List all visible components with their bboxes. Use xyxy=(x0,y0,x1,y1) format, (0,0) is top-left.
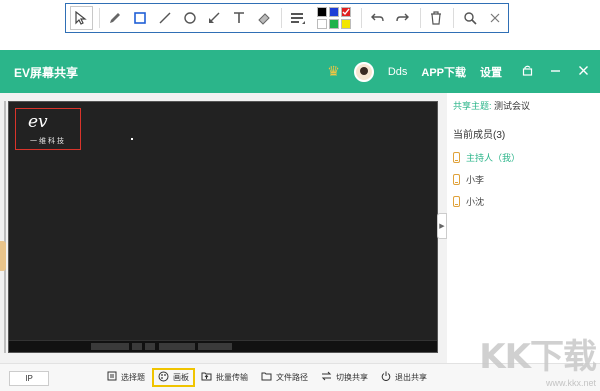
ip-field[interactable]: IP xyxy=(9,371,49,386)
toolbar-divider xyxy=(281,8,283,28)
close-icon[interactable] xyxy=(483,6,506,30)
palette-label: 画板 xyxy=(173,373,189,382)
collapse-panel-button[interactable]: ▶ xyxy=(437,213,447,239)
remote-taskbar xyxy=(9,340,437,352)
crown-icon[interactable]: ♛ xyxy=(327,63,340,80)
shared-screen-area: ev 一维科技 xyxy=(0,93,443,363)
zoom-icon[interactable] xyxy=(458,6,481,30)
avatar[interactable] xyxy=(353,61,374,82)
color-swatch-yellow[interactable] xyxy=(341,19,352,29)
switch-icon xyxy=(321,371,332,384)
exit-share-label: 退出共享 xyxy=(395,373,427,382)
logo-mark: ev xyxy=(28,112,48,132)
drawing-toolbar xyxy=(65,3,509,33)
color-swatch-red[interactable] xyxy=(341,7,352,17)
minimize-icon[interactable] xyxy=(544,64,566,79)
palette-icon xyxy=(158,371,169,385)
check-icon xyxy=(342,8,350,16)
line-width-icon[interactable] xyxy=(286,6,309,30)
toolbar-divider xyxy=(419,8,421,28)
eraser-icon[interactable] xyxy=(253,6,276,30)
exit-share-button[interactable]: 退出共享 xyxy=(381,369,427,386)
taskbar-item xyxy=(145,343,155,350)
taskbar-item xyxy=(132,343,142,350)
circle-icon[interactable] xyxy=(178,6,201,30)
members-header: 当前成员(3) xyxy=(453,130,506,141)
quiz-icon xyxy=(107,371,117,384)
undo-icon[interactable] xyxy=(366,6,389,30)
switch-share-button[interactable]: 切换共享 xyxy=(321,369,368,386)
title-bar: EV屏幕共享 ♛ Dds APP下载 设置 xyxy=(0,50,600,93)
left-edge-bar xyxy=(4,101,6,353)
member-item[interactable]: 主持人（我） xyxy=(453,151,520,164)
member-panel: 共享主题: 测试会议 当前成员(3) 主持人（我） 小李 小沈 xyxy=(447,93,600,363)
quiz-label: 选择题 xyxy=(121,373,145,382)
switch-share-label: 切换共享 xyxy=(336,373,368,382)
quiz-button[interactable]: 选择题 xyxy=(107,369,145,386)
logo-text: 一维科技 xyxy=(30,138,66,145)
member-name: 小沈 xyxy=(466,197,485,207)
topic-value: 测试会议 xyxy=(494,101,531,111)
app-download-link[interactable]: APP下载 xyxy=(421,64,466,80)
lock-icon[interactable] xyxy=(516,64,538,79)
batch-transfer-button[interactable]: 批量传输 xyxy=(201,369,248,386)
taskbar-item xyxy=(198,343,232,350)
toolbar-divider xyxy=(453,8,455,28)
batch-transfer-label: 批量传输 xyxy=(216,373,248,382)
taskbar-item xyxy=(159,343,195,350)
title-bar-actions: ♛ Dds APP下载 设置 xyxy=(327,50,600,93)
cursor-dot xyxy=(131,138,133,140)
user-name[interactable]: Dds xyxy=(388,66,408,78)
folder-icon xyxy=(261,371,272,384)
folder-upload-icon xyxy=(201,371,212,384)
pointer-icon[interactable] xyxy=(70,6,93,30)
share-topic: 共享主题: 测试会议 xyxy=(453,99,530,112)
file-path-label: 文件路径 xyxy=(276,373,308,382)
line-icon[interactable] xyxy=(153,6,176,30)
logo-box: ev 一维科技 xyxy=(15,108,81,150)
color-swatch-green[interactable] xyxy=(329,19,340,29)
taskbar-item xyxy=(91,343,129,350)
toolbar-divider xyxy=(98,8,100,28)
pen-icon[interactable] xyxy=(104,6,127,30)
member-item[interactable]: 小沈 xyxy=(453,195,484,208)
toolbar-divider xyxy=(361,8,363,28)
color-swatch-blue[interactable] xyxy=(329,7,340,17)
palette-button[interactable]: 画板 xyxy=(152,368,195,387)
rectangle-icon[interactable] xyxy=(129,6,152,30)
device-icon xyxy=(453,152,460,163)
device-icon xyxy=(453,196,460,207)
topic-label: 共享主题: xyxy=(453,101,492,111)
file-path-button[interactable]: 文件路径 xyxy=(261,369,308,386)
power-icon xyxy=(381,371,391,384)
watermark: KK下载 www.kkx.net xyxy=(479,329,597,388)
member-item[interactable]: 小李 xyxy=(453,173,484,186)
watermark-url: www.kkx.net xyxy=(545,378,596,388)
device-icon xyxy=(453,174,460,185)
color-palette xyxy=(317,7,352,29)
app-title: EV屏幕共享 xyxy=(14,66,79,80)
redo-icon[interactable] xyxy=(391,6,414,30)
side-handle[interactable] xyxy=(0,241,6,271)
watermark-logo: KK下载 xyxy=(479,337,597,377)
color-swatch-black[interactable] xyxy=(317,7,328,17)
text-icon[interactable] xyxy=(228,6,251,30)
delete-icon[interactable] xyxy=(425,6,448,30)
arrow-icon[interactable] xyxy=(203,6,226,30)
member-name: 主持人（我） xyxy=(466,153,521,163)
color-swatch-white[interactable] xyxy=(317,19,328,29)
settings-link[interactable]: 设置 xyxy=(480,64,502,80)
shared-screen[interactable]: ev 一维科技 xyxy=(8,101,438,353)
window-close-icon[interactable] xyxy=(572,64,594,79)
member-name: 小李 xyxy=(466,175,485,185)
